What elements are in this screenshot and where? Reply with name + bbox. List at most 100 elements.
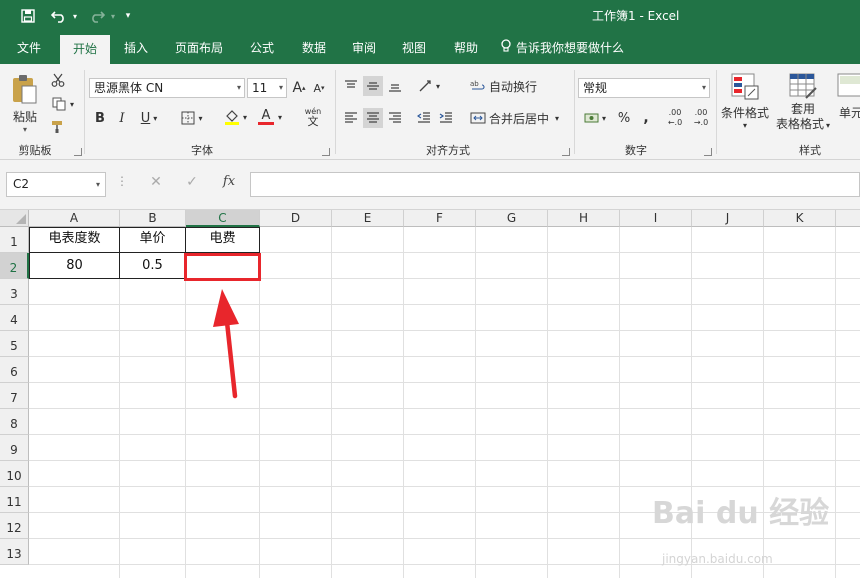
tab-home[interactable]: 开始	[60, 35, 110, 64]
decrease-decimal-button[interactable]: .00 →.0	[690, 106, 712, 130]
confirm-entry-icon[interactable]: ✓	[182, 174, 202, 194]
row-header-6[interactable]: 6	[0, 357, 29, 383]
undo-dropdown-icon[interactable]: ▾	[70, 6, 80, 26]
cell-a1[interactable]: 电表度数	[30, 226, 119, 252]
align-left-icon[interactable]	[341, 108, 361, 128]
row-header-12[interactable]: 12	[0, 513, 29, 539]
row-header-9[interactable]: 9	[0, 435, 29, 461]
increase-indent-icon[interactable]	[436, 108, 456, 128]
grow-font-button[interactable]: A ▴	[291, 78, 307, 98]
column-header-f[interactable]: F	[404, 210, 476, 227]
undo-icon[interactable]	[48, 6, 70, 26]
tab-page-layout[interactable]: 页面布局	[166, 32, 232, 64]
column-header-h[interactable]: H	[548, 210, 620, 227]
column-header-j[interactable]: J	[692, 210, 764, 227]
format-as-table-icon	[789, 73, 817, 99]
paste-button[interactable]: 粘贴 ▾	[8, 72, 42, 136]
tab-view[interactable]: 视图	[392, 32, 436, 64]
row-header-3[interactable]: 3	[0, 279, 29, 305]
row-header-2[interactable]: 2	[0, 253, 29, 279]
number-format-combo[interactable]: 常规 ▾	[578, 78, 710, 98]
font-size-combo[interactable]: 11 ▾	[247, 78, 287, 98]
column-header-i[interactable]: I	[620, 210, 692, 227]
name-box[interactable]: C2 ▾	[6, 172, 106, 197]
select-all-button[interactable]	[0, 210, 29, 227]
align-middle-icon[interactable]	[363, 76, 383, 96]
row-header-10[interactable]: 10	[0, 461, 29, 487]
cut-icon[interactable]	[48, 70, 68, 90]
cell-b1[interactable]: 单价	[120, 226, 185, 252]
alignment-launcher-icon[interactable]	[562, 148, 570, 156]
formula-bar-splitter-icon[interactable]: ⋮	[116, 174, 128, 194]
save-icon[interactable]	[18, 6, 38, 26]
tab-data[interactable]: 数据	[292, 32, 336, 64]
svg-text:ab: ab	[470, 80, 479, 88]
tab-formulas[interactable]: 公式	[240, 32, 284, 64]
alignment-group-label: 对齐方式	[426, 144, 470, 157]
align-right-icon[interactable]	[385, 108, 405, 128]
merge-center-button[interactable]: 合并后居中 ▾	[470, 108, 570, 128]
shrink-font-button[interactable]: A ▾	[311, 78, 327, 98]
cancel-entry-icon[interactable]: ✕	[146, 174, 166, 194]
comma-style-button[interactable]: ,	[638, 108, 654, 128]
cell-b2[interactable]: 0.5	[120, 253, 185, 279]
column-header-d[interactable]: D	[260, 210, 332, 227]
format-painter-icon[interactable]	[48, 117, 68, 137]
redo-dropdown-icon[interactable]: ▾	[108, 6, 118, 26]
cell-a2[interactable]: 80	[30, 253, 119, 279]
cell-styles-button[interactable]: 单元	[836, 72, 860, 142]
column-header-b[interactable]: B	[120, 210, 186, 227]
align-bottom-icon[interactable]	[385, 76, 405, 96]
italic-button[interactable]: I	[114, 108, 130, 128]
copy-icon[interactable]: ▾	[48, 94, 78, 114]
column-header-l[interactable]	[836, 210, 860, 227]
row-header-1[interactable]: 1	[0, 227, 29, 253]
customize-quick-access-icon[interactable]: ▾	[122, 6, 134, 26]
clipboard-launcher-icon[interactable]	[74, 148, 82, 156]
format-as-table-button[interactable]: 套用 表格格式 ▾	[772, 72, 834, 142]
column-header-c[interactable]: C	[186, 210, 260, 227]
tab-help[interactable]: 帮助	[444, 32, 488, 64]
decrease-indent-icon[interactable]	[414, 108, 434, 128]
tab-review[interactable]: 审阅	[342, 32, 386, 64]
column-header-e[interactable]: E	[332, 210, 404, 227]
font-group-label: 字体	[191, 144, 213, 157]
redo-icon[interactable]	[86, 6, 108, 26]
selected-cell-highlight	[184, 253, 261, 281]
wrap-text-button[interactable]: ab 自动换行	[470, 76, 540, 96]
align-top-icon[interactable]	[341, 76, 361, 96]
column-header-k[interactable]: K	[764, 210, 836, 227]
formula-input[interactable]	[250, 172, 860, 197]
cell-c1[interactable]: 电费	[186, 226, 259, 252]
fill-color-button[interactable]: ▾	[220, 106, 250, 128]
tell-me-search[interactable]: 告诉我你想要做什么	[500, 32, 640, 64]
row-header-13[interactable]: 13	[0, 539, 29, 565]
tab-file[interactable]: 文件	[6, 32, 52, 64]
insert-function-icon[interactable]: fx	[218, 174, 240, 194]
increase-decimal-button[interactable]: .00 ←.0	[664, 106, 686, 130]
font-name-combo[interactable]: 思源黑体 CN ▾	[89, 78, 245, 98]
paste-icon	[13, 75, 37, 104]
phonetic-button[interactable]: wén 文	[298, 106, 328, 128]
percent-style-button[interactable]: %	[614, 108, 634, 128]
tab-insert[interactable]: 插入	[114, 32, 158, 64]
formula-bar: C2 ▾ ⋮ ✕ ✓ fx	[0, 160, 860, 210]
row-header-11[interactable]: 11	[0, 487, 29, 513]
tell-me-label: 告诉我你想要做什么	[516, 41, 625, 55]
orientation-icon[interactable]: ▾	[414, 76, 444, 96]
number-launcher-icon[interactable]	[704, 148, 712, 156]
font-launcher-icon[interactable]	[322, 148, 330, 156]
accounting-format-icon[interactable]: ▾	[580, 108, 610, 128]
row-header-5[interactable]: 5	[0, 331, 29, 357]
column-header-g[interactable]: G	[476, 210, 548, 227]
align-center-icon[interactable]	[363, 108, 383, 128]
row-header-4[interactable]: 4	[0, 305, 29, 331]
column-header-a[interactable]: A	[29, 210, 120, 227]
row-header-8[interactable]: 8	[0, 409, 29, 435]
borders-button[interactable]: ▾	[178, 108, 206, 128]
row-header-7[interactable]: 7	[0, 383, 29, 409]
conditional-formatting-button[interactable]: 条件格式 ▾	[720, 72, 770, 142]
bold-button[interactable]: B	[92, 108, 108, 128]
font-color-button[interactable]: A ▾	[254, 106, 286, 128]
underline-button[interactable]: U ▾	[136, 108, 162, 128]
